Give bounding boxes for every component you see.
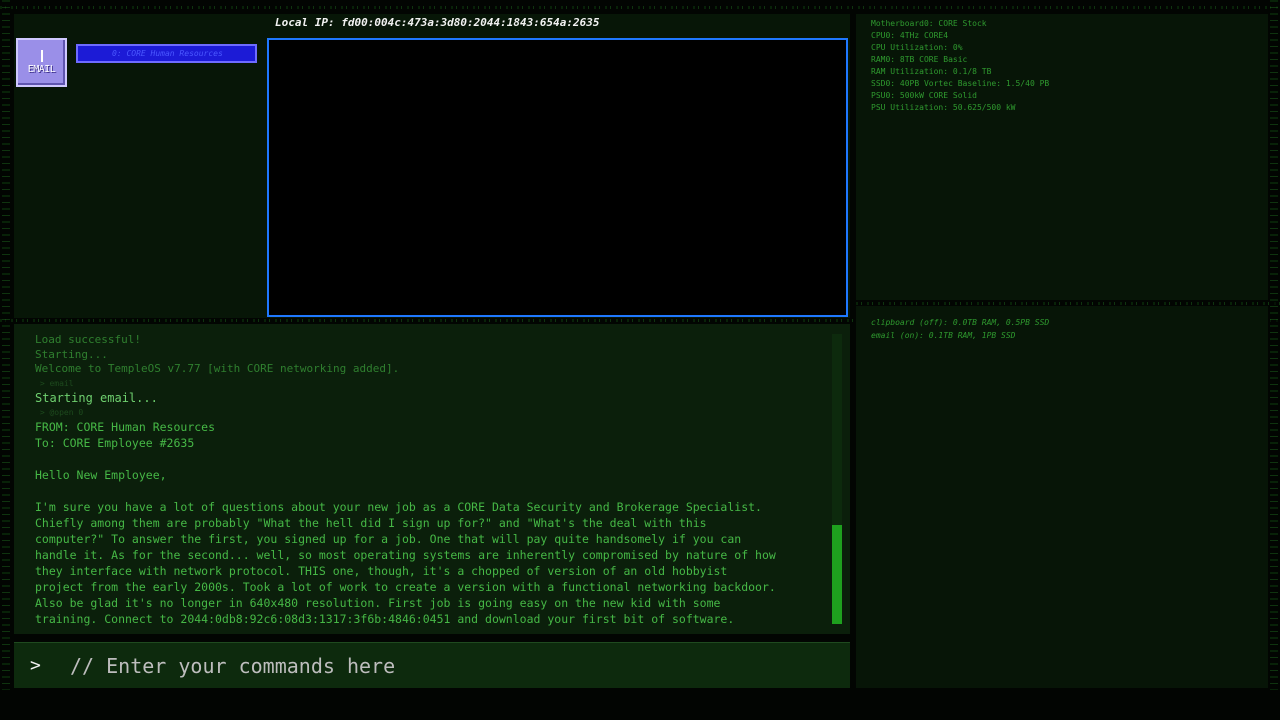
terminal-line: To: CORE Employee #2635: [35, 435, 195, 450]
process-line: email (on): 0.1TB RAM, 1PB SSD: [871, 331, 1016, 340]
edge-noise-top: [0, 6, 1280, 9]
process-line: clipboard (off): 0.0TB RAM, 0.5PB SSD: [871, 318, 1050, 327]
terminal-line: Chiefly among them are probably "What th…: [35, 515, 707, 530]
terminal-line: handle it. As for the second... well, so…: [35, 547, 776, 562]
terminal-line: Hello New Employee,: [35, 467, 167, 482]
terminal-line: FROM: CORE Human Resources: [35, 419, 216, 434]
process-list: clipboard (off): 0.0TB RAM, 0.5PB SSD ema…: [871, 316, 1049, 342]
stat-line: PSU0: 500kW CORE Solid: [871, 91, 977, 100]
terminal-line: > @open 0: [35, 407, 84, 417]
terminal-scrollbar[interactable]: [832, 334, 842, 624]
email-window-tab[interactable]: 0: CORE Human Resources: [76, 44, 257, 63]
stat-line: CPU0: 4THz CORE4: [871, 31, 949, 40]
terminal-line: Welcome to TempleOS v7.77 [with CORE net…: [35, 362, 400, 375]
local-ip-label: Local IP: fd00:004c:473a:3d80:2044:1843:…: [275, 16, 600, 29]
terminal-line: I'm sure you have a lot of questions abo…: [35, 499, 762, 514]
stat-line: Motherboard0: CORE Stock: [871, 19, 987, 28]
terminal-line: Load successful!: [35, 333, 141, 346]
app-window[interactable]: [267, 38, 848, 317]
stat-line: RAM0: 8TB CORE Basic: [871, 55, 968, 64]
process-list-panel: [856, 306, 1268, 688]
terminal-line: Starting...: [35, 347, 108, 361]
terminal-line: project from the early 2000s. Took a lot…: [35, 579, 776, 594]
terminal-line: computer?" To answer the first, you sign…: [35, 531, 742, 546]
terminal-line: Starting email...: [35, 390, 158, 405]
email-app-icon[interactable]: EMAIL: [16, 38, 67, 87]
terminal-line: training. Connect to 2044:0db8:92c6:08d3…: [35, 611, 735, 626]
email-icon: [40, 50, 43, 62]
prompt-symbol: >: [30, 655, 41, 676]
stat-line: RAM Utilization: 0.1/8 TB: [871, 67, 992, 76]
stat-line: PSU Utilization: 50.625/500 kW: [871, 103, 1016, 112]
edge-noise-right-mid: [856, 302, 1280, 305]
command-bar: >: [14, 642, 850, 688]
terminal-output: Load successful! Starting... Welcome to Te…: [35, 333, 825, 627]
terminal-scroll-thumb[interactable]: [832, 525, 842, 624]
terminal-line: Also be glad it's no longer in 640x480 r…: [35, 595, 721, 610]
command-input[interactable]: [70, 653, 830, 678]
stat-line: SSD0: 40PB Vortec Baseline: 1.5/40 PB: [871, 79, 1050, 88]
hardware-stats: Motherboard0: CORE Stock CPU0: 4THz CORE4…: [871, 18, 1049, 114]
terminal-line: they interface with network protocol. TH…: [35, 563, 728, 578]
stat-line: CPU Utilization: 0%: [871, 43, 963, 52]
edge-noise-left: [2, 0, 10, 690]
terminal-line: > email: [35, 378, 74, 388]
email-icon-label: EMAIL: [27, 64, 56, 75]
edge-noise-right: [1270, 0, 1278, 690]
